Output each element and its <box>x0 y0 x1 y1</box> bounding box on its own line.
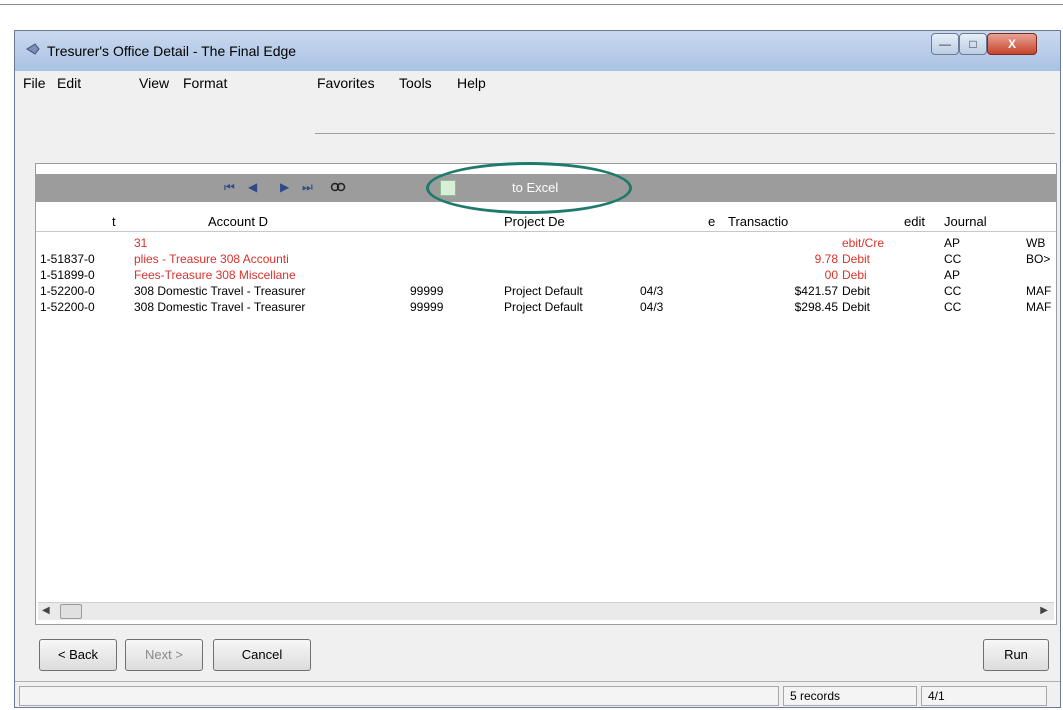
menu-favorites[interactable]: Favorites <box>317 75 375 91</box>
col-head-account-description[interactable]: Account D <box>208 214 268 229</box>
col-head-account[interactable]: t <box>112 214 116 229</box>
cell-project: 99999 <box>410 284 444 298</box>
cell-dc: Debi <box>842 268 867 282</box>
menu-tools[interactable]: Tools <box>399 75 432 91</box>
status-bar: 5 records 4/1 <box>15 681 1060 707</box>
cell-journal: AP <box>944 236 961 250</box>
top-rule <box>0 4 1063 5</box>
table-row[interactable]: 1-51837-0 plies - Treasure 308 Accounti 9.… <box>36 252 1056 268</box>
scroll-right-icon[interactable]: ▶ <box>1040 605 1048 616</box>
table-row[interactable]: 1-52200-0 308 Domestic Travel - Treasurer… <box>36 284 1056 300</box>
cell-batch: BO> <box>1026 252 1051 266</box>
cell-dc: Debit <box>842 284 871 298</box>
maximize-button[interactable]: □ <box>959 33 987 55</box>
cell-journal: CC <box>944 300 962 314</box>
table-row[interactable]: 1-52200-0 308 Domestic Travel - Treasurer… <box>36 300 1056 316</box>
cell-amount: 9.78 <box>814 252 838 266</box>
last-page-icon[interactable]: ⏭ <box>302 180 313 195</box>
cell-journal: CC <box>944 284 962 298</box>
cell-journal: CC <box>944 252 962 266</box>
cell-account: 1-51899-0 <box>40 268 95 282</box>
menu-file[interactable]: File <box>23 75 46 91</box>
cell-project-desc: Project Default <box>504 300 583 314</box>
cell-batch: WB <box>1026 236 1046 250</box>
col-head-project-description[interactable]: Project De <box>504 214 565 229</box>
cell-amount: 00 <box>824 268 838 282</box>
menu-edit[interactable]: Edit <box>57 75 81 91</box>
cell-account: 1-51837-0 <box>40 252 95 266</box>
cell-amount: $421.57 <box>794 284 838 298</box>
next-button: Next > <box>125 639 203 671</box>
cell-account-desc: 308 Domestic Travel - Treasurer <box>134 284 306 298</box>
highlight-ellipse-annotation <box>426 162 632 214</box>
cell-date: 04/3 <box>640 284 664 298</box>
scroll-left-icon[interactable]: ◀ <box>42 605 50 616</box>
horizontal-scrollbar[interactable]: ◀ ▶ <box>38 602 1054 620</box>
cell-account-desc: 31 <box>134 236 148 250</box>
minimize-button[interactable]: — <box>931 33 959 55</box>
record-count: 5 records <box>783 686 917 706</box>
cell-account: 1-52200-0 <box>40 284 95 298</box>
cell-account: 1-52200-0 <box>40 300 95 314</box>
cell-account-desc: 308 Domestic Travel - Treasurer <box>134 300 306 314</box>
status-pane-main <box>19 686 779 706</box>
table-row[interactable]: 1-51899-0 Fees-Treasure 308 Miscellane 00 D… <box>36 268 1056 284</box>
menu-help[interactable]: Help <box>457 75 486 91</box>
col-head-debit-credit[interactable]: edit <box>904 214 925 229</box>
cancel-button[interactable]: Cancel <box>213 639 311 671</box>
run-button[interactable]: Run <box>983 639 1049 671</box>
report-viewer: ⏮ ◀ ▶ ⏭ to Excel t Account D Project De … <box>35 162 1057 625</box>
cell-dc: Debit <box>842 300 871 314</box>
cell-project: 99999 <box>410 300 444 314</box>
close-button[interactable]: X <box>987 33 1037 55</box>
cell-project-desc: Project Default <box>504 284 583 298</box>
app-window: Tresurer's Office Detail - The Final Edg… <box>14 30 1061 708</box>
cell-amount: $298.45 <box>794 300 838 314</box>
cell-account-desc: plies - Treasure 308 Accounti <box>134 252 289 266</box>
col-head-journal[interactable]: Journal <box>944 214 987 229</box>
first-page-icon[interactable]: ⏮ <box>224 180 235 195</box>
scroll-thumb[interactable] <box>60 604 82 619</box>
next-page-icon[interactable]: ▶ <box>280 180 289 194</box>
cell-date: 04/3 <box>640 300 664 314</box>
toolbar-divider <box>315 133 1055 134</box>
table-row[interactable]: 31 ebit/Cre AP WB <box>36 236 1056 252</box>
menu-format[interactable]: Format <box>183 75 227 91</box>
status-date: 4/1 <box>921 686 1047 706</box>
col-head-transaction[interactable]: Transactio <box>728 214 788 229</box>
back-button[interactable]: < Back <box>39 639 117 671</box>
cell-dc: ebit/Cre <box>842 236 885 250</box>
cell-account-desc: Fees-Treasure 308 Miscellane <box>134 268 296 282</box>
report-nav-toolbar: ⏮ ◀ ▶ ⏭ to Excel <box>36 162 1056 214</box>
title-bar: Tresurer's Office Detail - The Final Edg… <box>15 31 1060 71</box>
window-title: Tresurer's Office Detail - The Final Edg… <box>47 43 297 59</box>
cell-batch: MAF <box>1026 284 1052 298</box>
menu-bar: File Edit View Format Favorites Tools He… <box>15 71 1060 95</box>
grid-header: t Account D Project De e Transactio edit… <box>36 210 1056 232</box>
menu-view[interactable]: View <box>139 75 169 91</box>
previous-page-icon[interactable]: ◀ <box>248 180 257 194</box>
cell-journal: AP <box>944 268 961 282</box>
find-icon[interactable] <box>330 179 346 195</box>
app-icon <box>26 43 40 55</box>
cell-batch: MAF <box>1026 300 1052 314</box>
col-head-date[interactable]: e <box>708 214 715 229</box>
cell-dc: Debit <box>842 252 871 266</box>
